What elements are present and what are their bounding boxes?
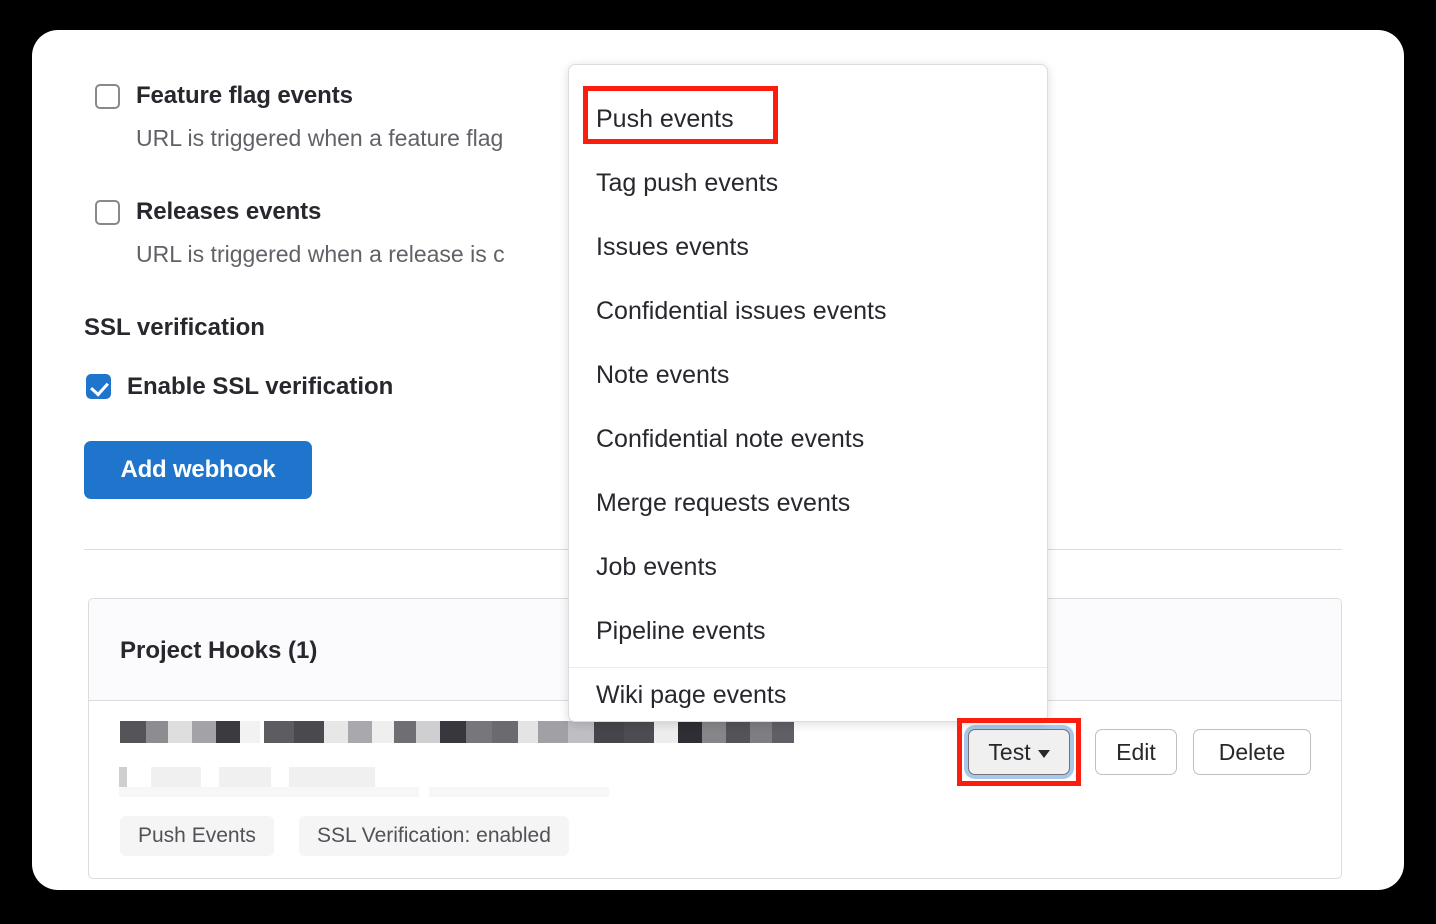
dropdown-item-issues-events[interactable]: Issues events [569, 219, 1047, 275]
chevron-down-icon [1037, 749, 1050, 758]
dropdown-item-tag-push-events[interactable]: Tag push events [569, 155, 1047, 211]
feature-flag-events-checkbox[interactable] [95, 84, 120, 109]
badge-push-events: Push Events [120, 816, 274, 856]
feature-flag-events-title: Feature flag events [136, 82, 353, 109]
dropdown-item-confidential-issues-events[interactable]: Confidential issues events [569, 283, 1047, 339]
releases-events-description: URL is triggered when a release is c [136, 241, 505, 267]
add-webhook-button[interactable]: Add webhook [84, 441, 312, 499]
test-events-dropdown-menu: Push events Tag push events Issues event… [568, 64, 1048, 722]
dropdown-item-job-events[interactable]: Job events [569, 539, 1047, 595]
settings-page: Feature flag events URL is triggered whe… [32, 30, 1404, 890]
dropdown-item-push-events[interactable]: Push events [569, 91, 1047, 147]
project-hooks-title: Project Hooks (1) [120, 637, 318, 664]
badge-ssl-verification: SSL Verification: enabled [299, 816, 569, 856]
releases-events-title: Releases events [136, 198, 322, 225]
releases-events-checkbox[interactable] [95, 200, 120, 225]
enable-ssl-verification-checkbox[interactable] [86, 374, 111, 399]
dropdown-item-confidential-note-events[interactable]: Confidential note events [569, 411, 1047, 467]
screenshot-frame: Feature flag events URL is triggered whe… [0, 0, 1436, 924]
test-dropdown-button[interactable]: Test [968, 729, 1070, 775]
ssl-verification-heading: SSL verification [84, 314, 265, 341]
dropdown-item-pipeline-events[interactable]: Pipeline events [569, 603, 1047, 659]
delete-button[interactable]: Delete [1193, 729, 1311, 775]
dropdown-item-wiki-page-events[interactable]: Wiki page events [569, 667, 1047, 721]
dropdown-item-merge-requests-events[interactable]: Merge requests events [569, 475, 1047, 531]
feature-flag-events-description: URL is triggered when a feature flag [136, 125, 504, 151]
test-button-label: Test [988, 738, 1031, 765]
edit-button[interactable]: Edit [1095, 729, 1177, 775]
dropdown-item-note-events[interactable]: Note events [569, 347, 1047, 403]
enable-ssl-verification-label: Enable SSL verification [127, 373, 394, 400]
